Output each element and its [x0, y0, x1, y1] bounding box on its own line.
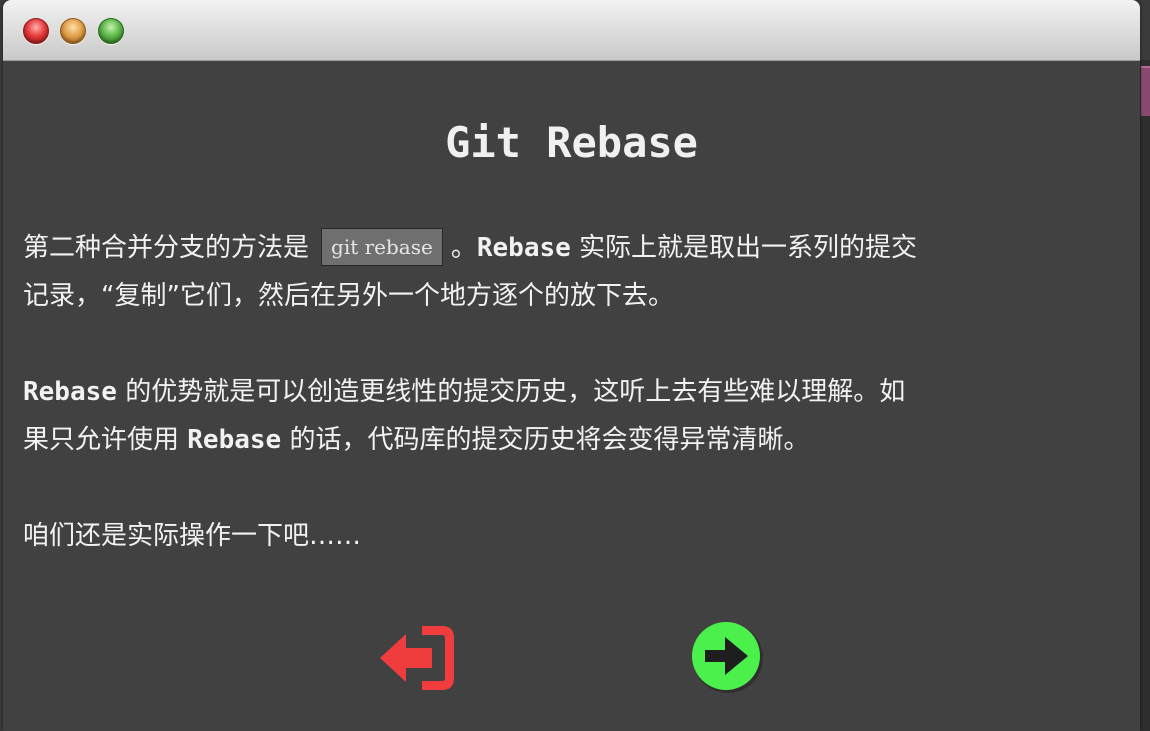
minimize-button[interactable] — [60, 18, 86, 44]
paragraph-advantage: Rebase 的优势就是可以创造更线性的提交历史，这听上去有些难以理解。如果只允… — [23, 368, 1123, 464]
exit-icon — [380, 626, 454, 690]
intro-text: 第二种合并分支的方法是 — [23, 233, 310, 263]
term-rebase: Rebase — [23, 377, 117, 407]
background-app-strip — [1140, 60, 1150, 731]
back-button[interactable] — [376, 620, 456, 696]
title-bar — [3, 0, 1140, 61]
close-button[interactable] — [23, 18, 49, 44]
advantage-text: 的优势就是可以创造更线性的提交历史，这听上去有些难以理解。如 — [125, 377, 906, 407]
dialog-title: Git Rebase — [445, 118, 698, 167]
intro-punct: 。 — [450, 233, 477, 263]
term-rebase: Rebase — [476, 233, 571, 263]
paragraph-intro: 第二种合并分支的方法是 git rebase 。Rebase 实际上就是取出一系列的… — [23, 224, 1123, 320]
zoom-button[interactable] — [98, 18, 124, 44]
intro-rest-line2: 记录，“复制”它们，然后在另外一个地方逐个的放下去。 — [23, 281, 674, 311]
background-app-tab — [1141, 66, 1150, 116]
term-rebase: Rebase — [187, 425, 282, 455]
paragraph-outro: 咱们还是实际操作一下吧…… — [23, 521, 362, 551]
code-snippet: git rebase — [321, 228, 443, 266]
advantage-text-2: 果只允许使用 — [23, 425, 180, 455]
intro-rest-line1: 实际上就是取出一系列的提交 — [579, 233, 918, 263]
arrow-right-icon — [692, 622, 763, 693]
dialog-window: Git Rebase 第二种合并分支的方法是 git rebase 。 Rebase … — [3, 0, 1140, 731]
next-button[interactable] — [688, 620, 768, 696]
advantage-text-3: 的话，代码库的提交历史将会变得异常清晰。 — [289, 425, 810, 455]
